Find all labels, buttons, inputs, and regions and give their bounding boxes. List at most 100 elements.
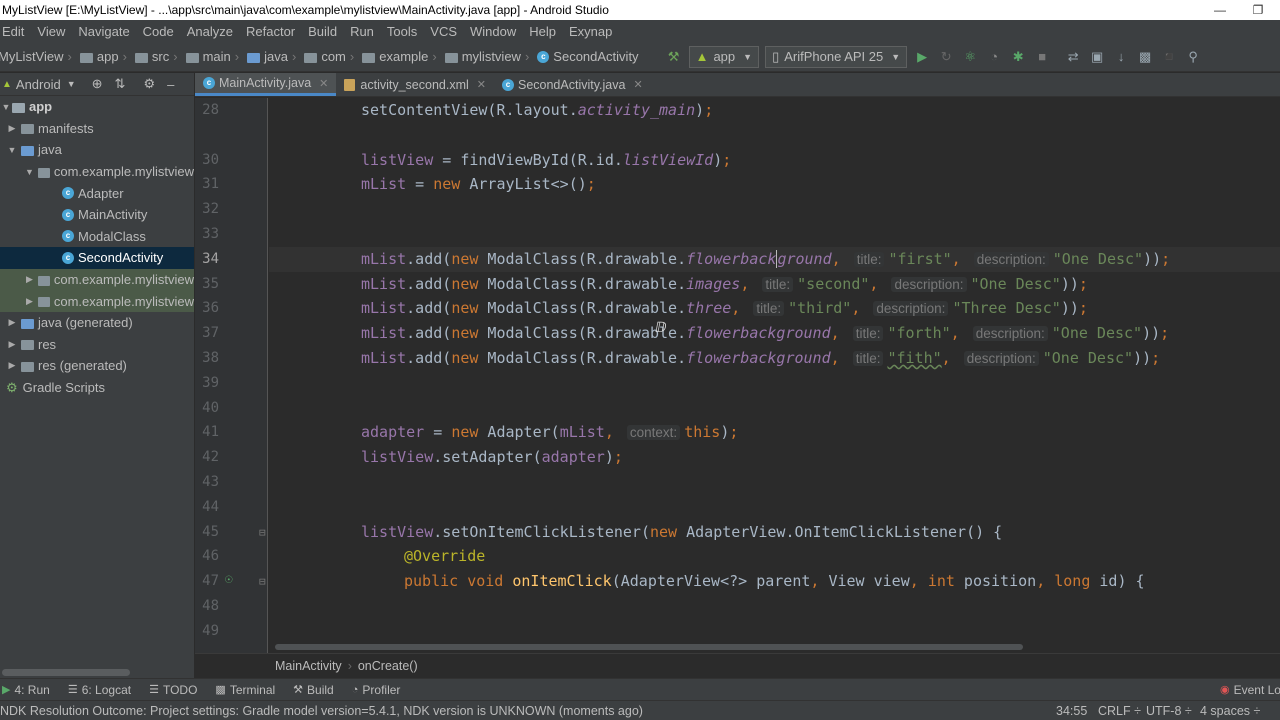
- gear-icon[interactable]: ⚙: [143, 76, 155, 92]
- device-select[interactable]: ▯ ArifPhone API 25 ▼: [765, 45, 908, 68]
- line-number: 30: [202, 151, 219, 168]
- nav-crumb-project[interactable]: MyListView ›: [0, 49, 76, 64]
- menu-build[interactable]: Build: [308, 24, 337, 39]
- tree-item-package-main[interactable]: ▼ com.example.mylistview: [0, 161, 194, 183]
- tool-event-log[interactable]: ◉Event Log: [1220, 683, 1280, 697]
- run-icon[interactable]: ▶: [911, 46, 933, 68]
- chevron-down-icon[interactable]: ▼: [0, 102, 12, 112]
- tree-item-manifests[interactable]: ▶ manifests: [0, 118, 194, 140]
- sdk-manager-icon[interactable]: ↓: [1110, 46, 1132, 68]
- tree-item-res[interactable]: ▶ res: [0, 334, 194, 356]
- rerun-icon[interactable]: ↻: [935, 46, 957, 68]
- hammer-build-icon[interactable]: ⚒: [663, 46, 685, 68]
- tool-profiler[interactable]: ◔ Profiler: [352, 683, 401, 697]
- menu-run[interactable]: Run: [350, 24, 374, 39]
- menu-code[interactable]: Code: [143, 24, 174, 39]
- nav-crumb-example[interactable]: example ›: [362, 49, 440, 64]
- menu-refactor[interactable]: Refactor: [246, 24, 295, 39]
- breadcrumb-class[interactable]: MainActivity: [275, 659, 342, 673]
- nav-crumb-com[interactable]: com ›: [304, 49, 358, 64]
- tree-item-secondactivity[interactable]: c SecondActivity: [0, 247, 194, 269]
- menu-view[interactable]: View: [37, 24, 65, 39]
- nav-crumb-java[interactable]: java ›: [247, 49, 300, 64]
- menu-edit[interactable]: Edit: [2, 24, 24, 39]
- profile-icon[interactable]: ◔: [983, 46, 1005, 68]
- menu-help[interactable]: Help: [529, 24, 556, 39]
- nav-crumb-mylistview[interactable]: mylistview ›: [444, 49, 534, 64]
- chevron-right-icon[interactable]: ▶: [6, 317, 18, 328]
- debug-icon[interactable]: ⚛: [959, 46, 981, 68]
- menu-navigate[interactable]: Navigate: [78, 24, 129, 39]
- chevron-right-icon[interactable]: ▶: [24, 274, 35, 285]
- close-icon[interactable]: ✕: [633, 78, 642, 91]
- tool-logcat[interactable]: ☰ 6: Logcat: [68, 683, 131, 697]
- chevron-right-icon[interactable]: ▶: [6, 339, 18, 350]
- tab-label: activity_second.xml: [360, 77, 469, 92]
- tree-item-app[interactable]: ▼ app: [0, 96, 194, 118]
- hide-panel-icon[interactable]: –: [167, 77, 174, 92]
- tree-item-package-test[interactable]: ▶ com.example.mylistview: [0, 290, 194, 312]
- tree-item-java-generated[interactable]: ▶ java (generated): [0, 312, 194, 334]
- tree-item-package-androidtest[interactable]: ▶ com.example.mylistview: [0, 268, 194, 291]
- tree-item-gradle-scripts[interactable]: ⚙ Gradle Scripts: [0, 377, 194, 399]
- fold-icon[interactable]: ⊟: [259, 575, 266, 588]
- tree-item-adapter[interactable]: c Adapter: [0, 182, 194, 204]
- file-encoding[interactable]: UTF-8 ÷: [1146, 701, 1192, 720]
- tree-item-java[interactable]: ▼ java: [0, 139, 194, 161]
- code-editor[interactable]: setContentView(R.layout.activity_main); …: [269, 98, 1280, 653]
- close-icon[interactable]: ✕: [477, 78, 486, 91]
- tab-secondactivity[interactable]: c SecondActivity.java ✕: [494, 73, 651, 96]
- nav-crumb-main[interactable]: main ›: [185, 49, 244, 64]
- tree-item-mainactivity[interactable]: c MainActivity: [0, 204, 194, 226]
- chevron-down-icon[interactable]: ▼: [24, 167, 35, 177]
- maximize-icon[interactable]: ❐: [1236, 0, 1280, 20]
- project-horizontal-scrollbar[interactable]: [0, 666, 194, 678]
- tab-activity-second-xml[interactable]: activity_second.xml ✕: [336, 73, 494, 96]
- editor-horizontal-scrollbar[interactable]: [275, 644, 1023, 650]
- chevron-right-icon[interactable]: ▶: [6, 123, 18, 134]
- fold-icon[interactable]: ⊟: [259, 526, 266, 539]
- collapse-all-icon[interactable]: ⇅: [115, 76, 126, 92]
- menu-exynap[interactable]: Exynap: [569, 24, 612, 39]
- locate-icon[interactable]: ⊕: [92, 76, 103, 92]
- menu-tools[interactable]: Tools: [387, 24, 417, 39]
- status-message[interactable]: NDK Resolution Outcome: Project settings…: [0, 701, 643, 720]
- menu-vcs[interactable]: VCS: [430, 24, 457, 39]
- search-icon[interactable]: ⚲: [1182, 46, 1204, 68]
- tree-item-label: java (generated): [38, 315, 133, 331]
- caret-position[interactable]: 34:55: [1056, 701, 1087, 720]
- tool-build[interactable]: ⚒ Build: [293, 683, 334, 697]
- breadcrumb-method[interactable]: onCreate(): [358, 659, 418, 673]
- tool-todo[interactable]: ☰ TODO: [149, 683, 197, 697]
- tool-run[interactable]: ▶ 4: Run: [2, 683, 50, 697]
- nav-crumb-src[interactable]: src ›: [134, 49, 182, 64]
- attach-debugger-icon[interactable]: ✱: [1007, 46, 1029, 68]
- tree-item-res-generated[interactable]: ▶ res (generated): [0, 355, 194, 377]
- tree-item-modalclass[interactable]: c ModalClass: [0, 226, 194, 248]
- project-view-mode[interactable]: Android: [16, 77, 61, 92]
- layout-inspector-icon[interactable]: ▩: [1134, 46, 1156, 68]
- line-separator[interactable]: CRLF ÷: [1098, 701, 1141, 720]
- chevron-right-icon[interactable]: ▶: [24, 296, 35, 307]
- nav-crumb-secondactivity[interactable]: c SecondActivity: [537, 49, 639, 64]
- menu-window[interactable]: Window: [470, 24, 516, 39]
- sync-project-icon[interactable]: ⇄: [1062, 46, 1084, 68]
- chevron-down-icon[interactable]: ▼: [6, 145, 18, 155]
- override-marker-icon[interactable]: ☉: [225, 572, 233, 587]
- close-icon[interactable]: ✕: [319, 77, 328, 90]
- nav-crumb-app[interactable]: app ›: [79, 49, 131, 64]
- chevron-down-icon[interactable]: ▼: [67, 79, 76, 89]
- code-line-42: listView.setAdapter(adapter);: [361, 448, 623, 467]
- tool-terminal[interactable]: ▩ Terminal: [215, 683, 275, 697]
- indent-setting[interactable]: 4 spaces ÷: [1200, 701, 1260, 720]
- tab-mainactivity[interactable]: c MainActivity.java ✕: [195, 73, 337, 96]
- menu-analyze[interactable]: Analyze: [187, 24, 233, 39]
- run-config-select[interactable]: ▲ app ▼: [688, 45, 760, 68]
- stop-icon[interactable]: ■: [1031, 46, 1053, 68]
- device-explorer-icon[interactable]: ◾: [1158, 46, 1180, 68]
- editor-gutter[interactable]: 28 30 31 32 33 34 35 36 37 38 39 40 41 4…: [195, 98, 268, 653]
- editor-breadcrumb-bar: MainActivity › onCreate(): [195, 653, 1280, 677]
- scrollbar-thumb[interactable]: [2, 669, 130, 676]
- chevron-right-icon[interactable]: ▶: [6, 360, 18, 371]
- avd-manager-icon[interactable]: ▣: [1086, 46, 1108, 68]
